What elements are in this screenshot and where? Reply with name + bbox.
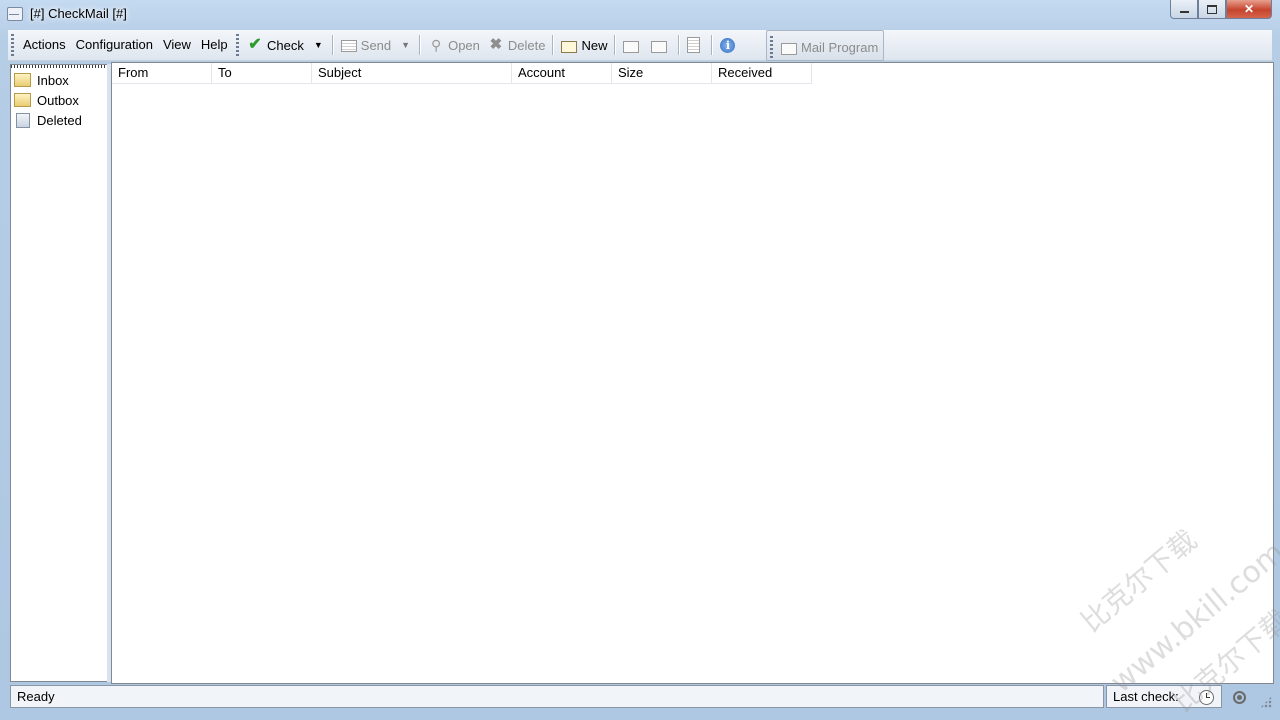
envelope-app-icon xyxy=(7,7,23,21)
mail-program-grip-handle[interactable] xyxy=(770,36,773,58)
new-button[interactable]: New xyxy=(557,34,611,56)
open-button-label: Open xyxy=(448,37,480,53)
check-mark-icon: ✔ xyxy=(248,36,262,53)
inbox-folder-icon xyxy=(14,73,31,87)
send-button[interactable]: Send xyxy=(337,34,395,56)
clock-icon xyxy=(1198,689,1214,705)
folder-tree: Inbox Outbox Deleted xyxy=(10,64,108,682)
mail-program-label: Mail Program xyxy=(801,39,879,55)
notes-button[interactable] xyxy=(683,34,708,56)
mail-program-button[interactable]: Mail Program xyxy=(777,36,882,58)
new-mail-icon xyxy=(561,40,578,53)
folder-item-inbox[interactable]: Inbox xyxy=(14,70,69,90)
menu-view[interactable]: View xyxy=(158,34,196,56)
clock-button[interactable] xyxy=(1194,686,1218,708)
menu-grip-handle[interactable] xyxy=(11,34,14,56)
folder-label: Deleted xyxy=(37,112,82,128)
toolbar-separator xyxy=(419,35,422,55)
window-controls: ✕ xyxy=(1170,0,1272,20)
delete-x-icon: ✖ xyxy=(489,36,503,53)
document-icon xyxy=(687,37,701,53)
mail-program-toolbar: Mail Program xyxy=(766,30,884,61)
toolbar-separator xyxy=(331,35,334,55)
column-header-account[interactable]: Account xyxy=(512,63,612,84)
folder-pane-grip[interactable] xyxy=(11,65,107,68)
maximize-button[interactable] xyxy=(1198,0,1226,19)
menu-help[interactable]: Help xyxy=(196,34,233,56)
message-list-header: From To Subject Account Size Received xyxy=(112,63,812,84)
column-header-size[interactable]: Size xyxy=(612,63,712,84)
toolbar-separator xyxy=(678,35,681,55)
folder-item-outbox[interactable]: Outbox xyxy=(14,90,79,110)
toolbar-band: Actions Configuration View Help ✔ Check … xyxy=(8,30,1272,61)
toolbar-separator xyxy=(614,35,617,55)
check-dropdown-arrow[interactable]: ▼ xyxy=(308,34,329,56)
open-envelope-icon xyxy=(623,40,640,53)
envelope-icon xyxy=(651,40,668,53)
title-bar[interactable]: [#] CheckMail [#] ✕ xyxy=(0,0,1280,28)
mail-program-group: Mail Program xyxy=(767,33,882,61)
sound-icon xyxy=(1232,690,1246,704)
message-list-body[interactable] xyxy=(112,84,1273,683)
check-button-label: Check xyxy=(267,37,304,53)
toolbar-separator xyxy=(552,35,555,55)
column-header-received[interactable]: Received xyxy=(712,63,812,84)
menu-bar: Actions Configuration View Help xyxy=(8,31,233,59)
close-button[interactable]: ✕ xyxy=(1226,0,1272,19)
folder-label: Outbox xyxy=(37,92,79,108)
delete-button[interactable]: ✖ Delete xyxy=(484,34,550,56)
main-toolbar: ✔ Check ▼ Send ▼ ⚲ Open ✖ Delete New i xyxy=(233,31,743,59)
toolbar-separator xyxy=(711,35,714,55)
delete-button-label: Delete xyxy=(507,37,546,53)
menu-configuration[interactable]: Configuration xyxy=(71,34,158,56)
info-button[interactable]: i xyxy=(716,34,743,56)
reply-button[interactable] xyxy=(619,34,647,56)
message-list[interactable]: From To Subject Account Size Received xyxy=(111,62,1274,684)
column-header-to[interactable]: To xyxy=(212,63,312,84)
folder-item-deleted[interactable]: Deleted xyxy=(14,110,82,130)
outbox-folder-icon xyxy=(14,93,31,107)
window-title: [#] CheckMail [#] xyxy=(30,6,127,21)
new-button-label: New xyxy=(581,37,608,53)
mail-program-icon xyxy=(781,42,797,55)
status-text: Ready xyxy=(10,685,1104,708)
send-icon xyxy=(340,40,357,52)
send-button-label: Send xyxy=(360,37,392,53)
column-header-from[interactable]: From xyxy=(112,63,212,84)
check-button[interactable]: ✔ Check xyxy=(243,34,308,56)
status-bar: Ready Last check: xyxy=(10,684,1272,710)
deleted-folder-icon xyxy=(16,112,30,128)
resize-grip[interactable] xyxy=(1260,696,1272,708)
info-icon: i xyxy=(720,37,736,53)
app-window: [#] CheckMail [#] ✕ Actions Configuratio… xyxy=(0,0,1280,720)
maximize-icon xyxy=(1207,4,1217,14)
mail-button[interactable] xyxy=(647,34,675,56)
folder-label: Inbox xyxy=(37,72,69,88)
open-button[interactable]: ⚲ Open xyxy=(424,34,484,56)
menu-actions[interactable]: Actions xyxy=(18,34,71,56)
send-dropdown-arrow[interactable]: ▼ xyxy=(395,34,416,56)
sound-button[interactable] xyxy=(1227,686,1251,708)
minimize-button[interactable] xyxy=(1170,0,1198,19)
column-header-subject[interactable]: Subject xyxy=(312,63,512,84)
minimize-icon xyxy=(1179,11,1189,13)
toolbar-grip-handle[interactable] xyxy=(236,34,239,56)
magnifier-icon: ⚲ xyxy=(430,37,442,53)
close-icon: ✕ xyxy=(1243,2,1255,16)
